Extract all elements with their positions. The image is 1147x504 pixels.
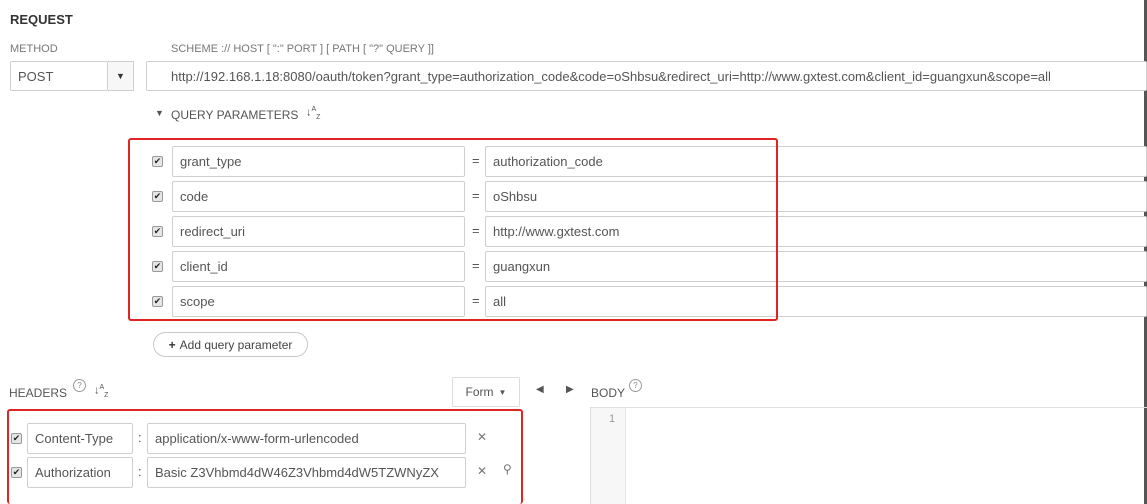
method-dropdown-button[interactable]: ▼ <box>108 61 134 91</box>
add-query-parameter-button[interactable]: + Add query parameter <box>153 332 308 357</box>
url-value: http://192.168.1.18:8080/oauth/token?gra… <box>171 68 1051 84</box>
url-label: SCHEME :// HOST [ ":" PORT ] [ PATH [ "?… <box>171 43 434 55</box>
body-title: BODY <box>591 386 626 400</box>
method-value: POST <box>18 68 54 84</box>
method-label: METHOD <box>10 43 58 55</box>
method-select[interactable]: POST <box>10 61 108 91</box>
body-editor[interactable]: 1 <box>590 407 1147 504</box>
url-input[interactable]: http://192.168.1.18:8080/oauth/token?gra… <box>146 61 1147 91</box>
caret-down-icon[interactable]: ▼ <box>155 108 164 118</box>
plus-icon: + <box>168 337 176 352</box>
help-circle-icon[interactable]: ? <box>73 379 86 392</box>
form-dropdown-button[interactable]: Form ▼ <box>452 377 520 407</box>
add-query-parameter-label: Add query parameter <box>179 337 293 352</box>
help-circle-icon[interactable]: ? <box>629 379 642 392</box>
caret-down-icon: ▼ <box>116 71 125 81</box>
form-label: Form <box>465 385 494 399</box>
sort-az-icon[interactable]: ↓AZ <box>94 384 108 399</box>
collapse-left-icon[interactable]: ◀ <box>536 384 544 395</box>
query-parameters-title[interactable]: QUERY PARAMETERS <box>171 108 298 122</box>
headers-highlight-box <box>7 409 523 504</box>
expand-right-icon[interactable]: ▶ <box>566 384 574 395</box>
request-title: REQUEST <box>10 12 73 27</box>
caret-down-icon: ▼ <box>498 387 507 397</box>
sort-az-icon[interactable]: ↓AZ <box>306 106 320 121</box>
body-line-number: 1 <box>609 413 616 425</box>
query-highlight-box <box>128 138 778 321</box>
headers-title: HEADERS <box>9 386 68 400</box>
